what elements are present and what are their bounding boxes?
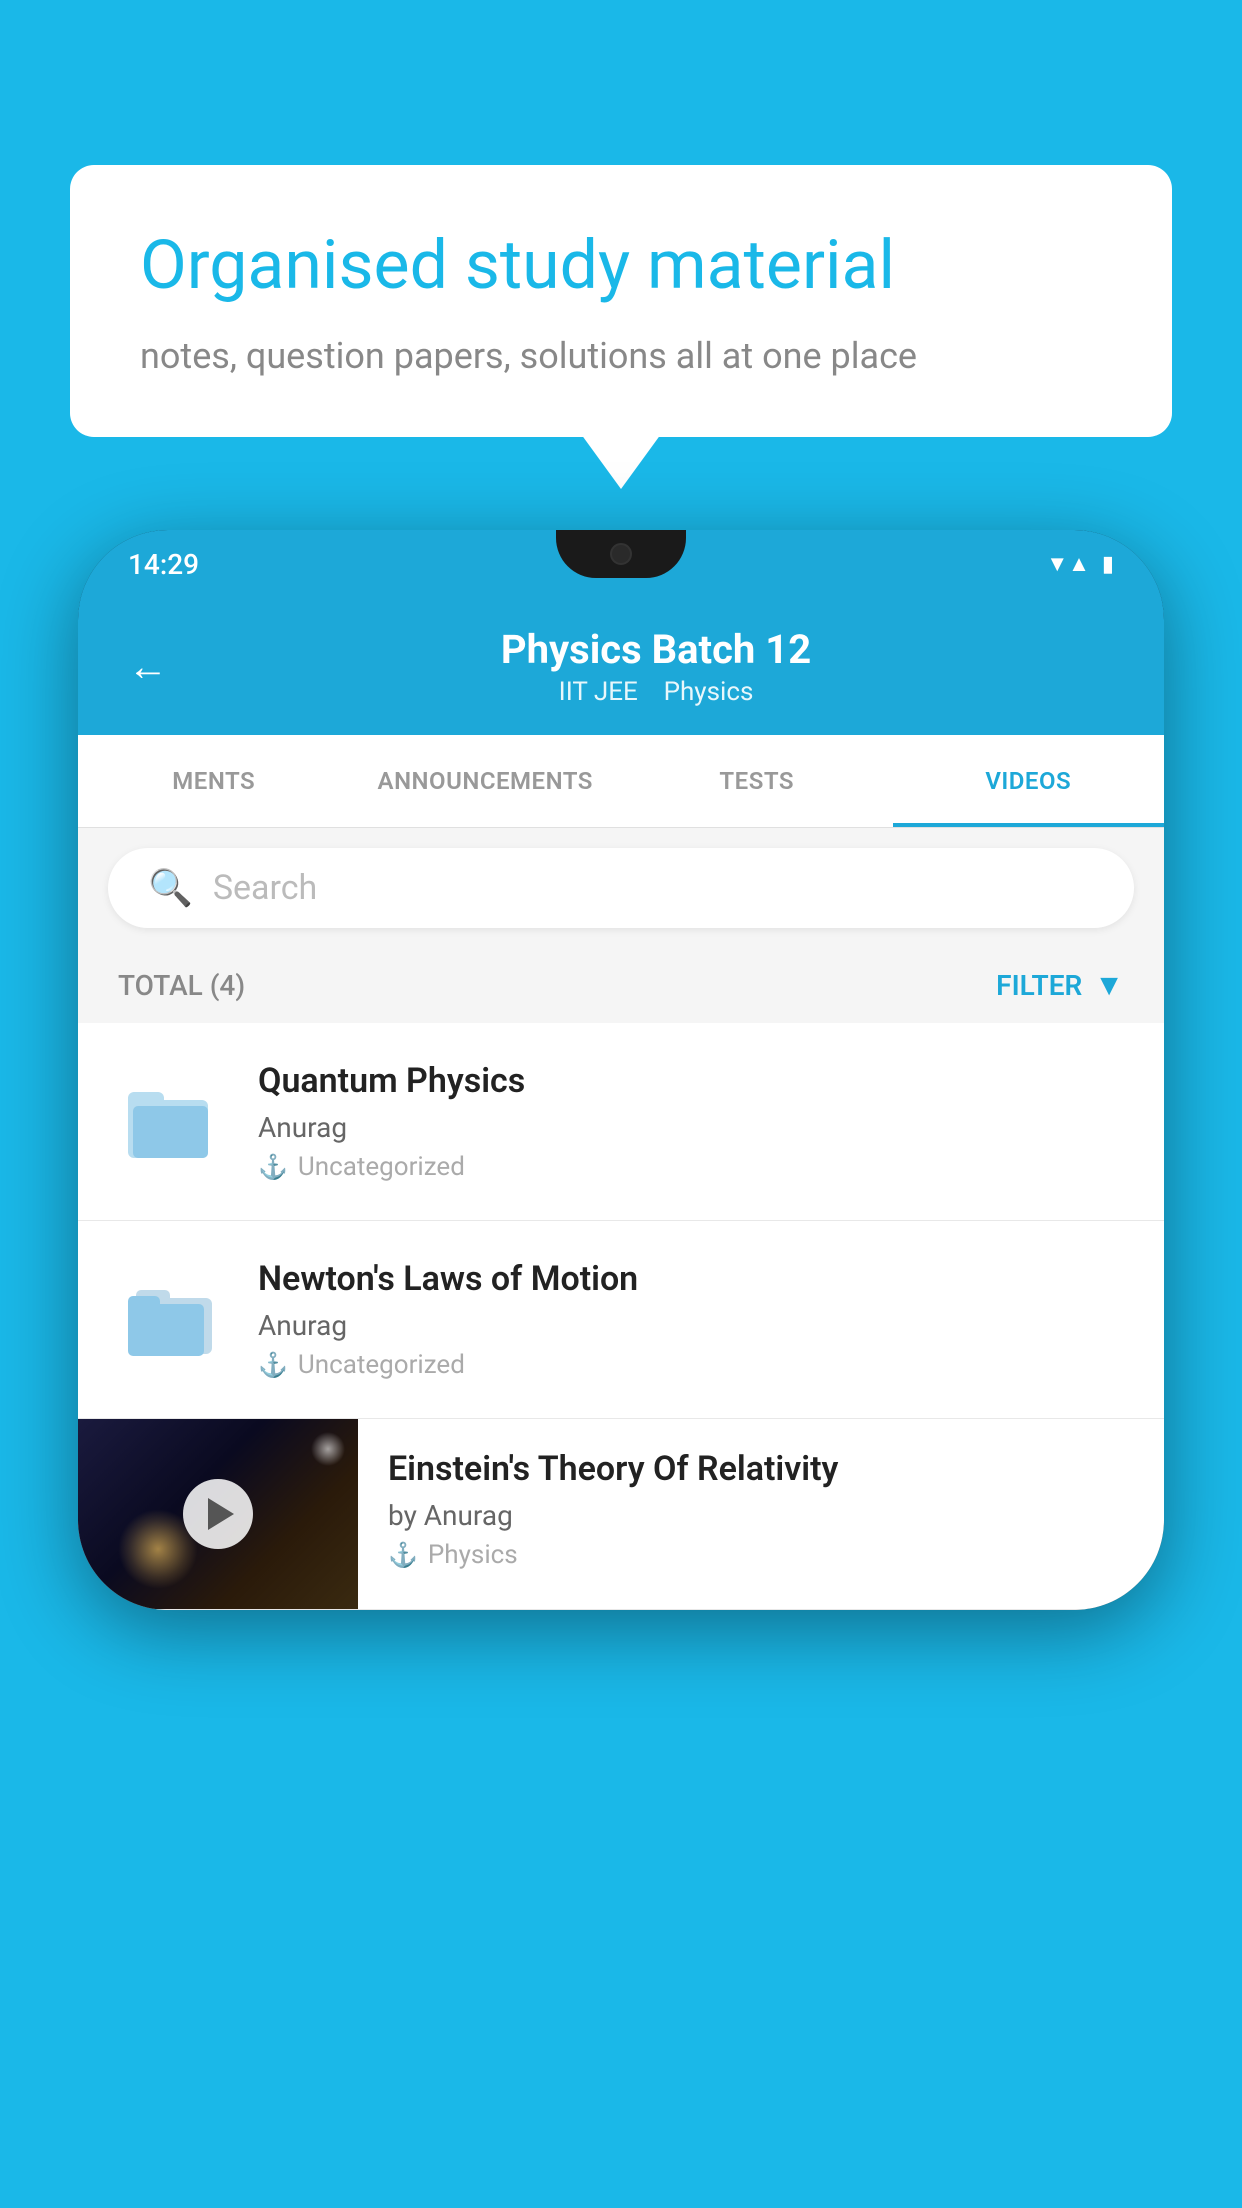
battery-icon: ▮ bbox=[1102, 552, 1114, 577]
list-item[interactable]: Newton's Laws of Motion Anurag ⚓ Uncateg… bbox=[78, 1221, 1164, 1419]
phone-wrapper: 14:29 ▼▲ ▮ ← Physics Batch 12 IIT JEE Ph… bbox=[78, 530, 1164, 2208]
folder-icon-newton bbox=[118, 1265, 228, 1375]
app-bar: ← Physics Batch 12 IIT JEE Physics bbox=[78, 598, 1164, 735]
filter-bar: TOTAL (4) FILTER ▼ bbox=[78, 948, 1164, 1023]
filter-icon: ▼ bbox=[1094, 968, 1124, 1003]
subtitle-physics: Physics bbox=[664, 677, 754, 707]
video-list: Quantum Physics Anurag ⚓ Uncategorized bbox=[78, 1023, 1164, 1610]
back-button[interactable]: ← bbox=[128, 643, 168, 690]
notch bbox=[556, 530, 686, 578]
video-title: Newton's Laws of Motion bbox=[258, 1259, 1124, 1299]
video-author: by Anurag bbox=[388, 1499, 1134, 1532]
play-button[interactable] bbox=[183, 1479, 253, 1549]
status-bar: 14:29 ▼▲ ▮ bbox=[78, 530, 1164, 598]
bubble-subtitle: notes, question papers, solutions all at… bbox=[140, 335, 1102, 377]
play-triangle-icon bbox=[208, 1498, 234, 1530]
tag-icon: ⚓ bbox=[388, 1541, 418, 1569]
list-item[interactable]: Quantum Physics Anurag ⚓ Uncategorized bbox=[78, 1023, 1164, 1221]
video-tag-row: ⚓ Physics bbox=[388, 1540, 1134, 1570]
video-info-newton: Newton's Laws of Motion Anurag ⚓ Uncateg… bbox=[258, 1259, 1124, 1380]
tag-icon: ⚓ bbox=[258, 1153, 288, 1181]
video-category: Physics bbox=[428, 1540, 518, 1570]
video-author: Anurag bbox=[258, 1309, 1124, 1342]
video-author: Anurag bbox=[258, 1111, 1124, 1144]
tag-icon: ⚓ bbox=[258, 1351, 288, 1379]
bubble-title: Organised study material bbox=[140, 225, 1102, 307]
tab-videos[interactable]: VIDEOS bbox=[893, 735, 1165, 827]
speech-bubble-container: Organised study material notes, question… bbox=[70, 165, 1172, 437]
filter-label: FILTER bbox=[996, 969, 1082, 1002]
speech-bubble: Organised study material notes, question… bbox=[70, 165, 1172, 437]
app-bar-center: Physics Batch 12 IIT JEE Physics bbox=[198, 626, 1114, 707]
wifi-icon: ▼▲ bbox=[1046, 551, 1090, 577]
folder-icon-quantum bbox=[118, 1067, 228, 1177]
status-icons: ▼▲ ▮ bbox=[1046, 551, 1114, 577]
total-count: TOTAL (4) bbox=[118, 969, 245, 1002]
tab-tests[interactable]: TESTS bbox=[621, 735, 893, 827]
video-category: Uncategorized bbox=[298, 1350, 465, 1380]
video-title: Quantum Physics bbox=[258, 1061, 1124, 1101]
video-tag-row: ⚓ Uncategorized bbox=[258, 1350, 1124, 1380]
status-time: 14:29 bbox=[128, 548, 199, 581]
subtitle-iitjee: IIT JEE bbox=[559, 677, 638, 707]
video-thumbnail-einstein bbox=[78, 1419, 358, 1609]
tab-ments[interactable]: MENTS bbox=[78, 735, 350, 827]
filter-button[interactable]: FILTER ▼ bbox=[996, 968, 1124, 1003]
thumb-stars bbox=[308, 1429, 348, 1469]
video-tag-row: ⚓ Uncategorized bbox=[258, 1152, 1124, 1182]
search-input-wrapper[interactable]: 🔍 Search bbox=[108, 848, 1134, 928]
app-bar-subtitle: IIT JEE Physics bbox=[198, 677, 1114, 707]
video-info-einstein: Einstein's Theory Of Relativity by Anura… bbox=[358, 1419, 1164, 1600]
search-container: 🔍 Search bbox=[78, 828, 1164, 948]
video-title: Einstein's Theory Of Relativity bbox=[388, 1449, 1134, 1489]
video-info-quantum: Quantum Physics Anurag ⚓ Uncategorized bbox=[258, 1061, 1124, 1182]
camera-dot bbox=[610, 543, 632, 565]
tab-announcements[interactable]: ANNOUNCEMENTS bbox=[350, 735, 622, 827]
list-item[interactable]: Einstein's Theory Of Relativity by Anura… bbox=[78, 1419, 1164, 1610]
phone-device: 14:29 ▼▲ ▮ ← Physics Batch 12 IIT JEE Ph… bbox=[78, 530, 1164, 1610]
video-category: Uncategorized bbox=[298, 1152, 465, 1182]
search-icon: 🔍 bbox=[148, 867, 193, 909]
tabs-container: MENTS ANNOUNCEMENTS TESTS VIDEOS bbox=[78, 735, 1164, 828]
app-bar-title: Physics Batch 12 bbox=[198, 626, 1114, 673]
search-placeholder-text: Search bbox=[213, 868, 317, 908]
